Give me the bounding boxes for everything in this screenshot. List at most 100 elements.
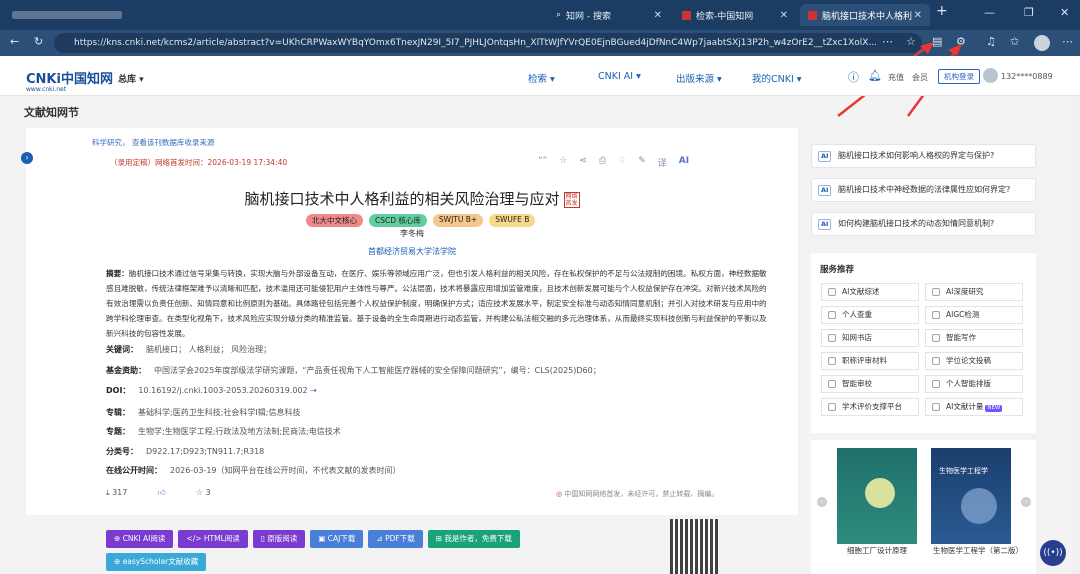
service-evaluation[interactable]: 学术评价支撑平台 [821, 398, 919, 416]
link-icon[interactable]: ⇢ [310, 386, 317, 395]
page-title: 文献知网节 [24, 106, 79, 119]
book-carousel: ‹ 生物医学工程学 › 细胞工厂设计原理 生物医学工程学（第二版） [811, 440, 1036, 574]
tab-label: 脑机接口技术中人格利 [822, 11, 913, 22]
note-icon[interactable]: ✎ [638, 156, 646, 169]
expand-arrow-icon[interactable]: › [21, 152, 33, 164]
alert-bell-icon[interactable]: ♢ [618, 156, 626, 169]
cnki-logo[interactable]: CNKi中国知网 www.cnki.net [26, 68, 113, 93]
close-icon[interactable]: ✕ [914, 10, 922, 21]
member-link[interactable]: 会员 [912, 72, 928, 83]
service-icon [828, 311, 836, 319]
institution-login-button[interactable]: 机构登录 [938, 69, 980, 84]
nav-my-cnki[interactable]: 我的CNKI ▾ [752, 71, 802, 85]
keywords-links[interactable]: 脑机接口； 人格利益； 风险治理； [146, 345, 271, 354]
journal-crumbs[interactable]: 科学研究， 查看该刊数据库收录来源 [92, 137, 214, 148]
logo-text: CNKi中国知网 [26, 72, 113, 87]
restore-icon[interactable]: ❐ [1024, 6, 1034, 19]
close-icon[interactable]: ✕ [780, 10, 788, 21]
easyscholar-button[interactable]: ⊕ easyScholar文献收藏 [106, 553, 207, 571]
topic-label: 专题： [106, 427, 130, 436]
service-title-materials[interactable]: 职称评审材料 [821, 352, 919, 370]
service-ai-review[interactable]: AI文献综述 [821, 283, 919, 301]
book-title-1[interactable]: 细胞工厂设计原理 [847, 545, 907, 556]
print-icon[interactable]: ⎙ [599, 156, 606, 169]
keywords-label: 关键词： [106, 345, 138, 354]
service-aigc[interactable]: AIGC检测 [925, 306, 1023, 324]
recharge-link[interactable]: 充值 [888, 72, 904, 83]
refresh-icon[interactable]: ↻ [34, 35, 43, 48]
share-icon[interactable]: ⋖ [579, 156, 587, 169]
nav-sources[interactable]: 出版来源 ▾ [676, 71, 722, 85]
service-proofread[interactable]: 智能审校 [821, 375, 919, 393]
service-label: AI深度研究 [946, 287, 984, 296]
user-phone[interactable]: 132****0889 [1001, 72, 1053, 81]
abstract-text: 脑机接口技术通过信号采集与转换，实现大脑与外部设备互动，在医疗、娱乐等领域应用广… [106, 269, 767, 338]
like-icon[interactable]: 👍︎ [157, 488, 165, 498]
fund-text[interactable]: 中国法学会2025年度部级法学研究课题，“产品责任视角下人工智能医疗器械的安全保… [154, 366, 601, 375]
service-bookstore[interactable]: 知网书店 [821, 329, 919, 347]
html-read-button[interactable]: </> HTML阅读 [178, 530, 248, 548]
cnki-ai-read-button[interactable]: ⊕ CNKI AI阅读 [106, 530, 174, 548]
original-read-button[interactable]: ▯ 原版阅读 [252, 530, 306, 548]
minimize-icon[interactable]: — [984, 6, 995, 19]
class-value: D922.17;D923;TN911.7;R318 [146, 447, 265, 456]
question-text: 脑机接口技术中神经数据的法律属性应如何界定? [838, 185, 1011, 194]
service-icon [932, 311, 940, 319]
back-icon[interactable]: ← [10, 35, 19, 48]
book-cover-2[interactable]: 生物医学工程学 [931, 448, 1011, 544]
nav-search[interactable]: 检索 ▾ [528, 71, 555, 85]
nav-cnki-ai[interactable]: CNKI AI ▾ [598, 71, 641, 82]
service-writing[interactable]: 智能写作 [925, 329, 1023, 347]
menu-dots-icon[interactable]: ⋯ [1062, 35, 1073, 48]
service-thesis-submit[interactable]: 学位论文投稿 [925, 352, 1023, 370]
ai-icon[interactable]: AI [679, 156, 689, 169]
download-icon: ⤓ [106, 488, 110, 497]
service-label: 学位论文投稿 [946, 356, 991, 365]
caj-download-button[interactable]: ▣ CAJ下载 [310, 530, 364, 548]
help-icon[interactable]: ⓘ [848, 69, 859, 85]
tab-blurred[interactable] [4, 4, 154, 26]
service-icon [828, 380, 836, 388]
notification-bell-icon[interactable]: 🔔︎ [868, 69, 882, 82]
service-plagiarism[interactable]: 个人查重 [821, 306, 919, 324]
ai-question-3[interactable]: AI 如何构建脑机接口技术的动态知情同意机制? [811, 212, 1036, 236]
carousel-prev-icon[interactable]: ‹ [817, 497, 827, 507]
service-ai-research[interactable]: AI深度研究 [925, 283, 1023, 301]
ai-question-2[interactable]: AI 脑机接口技术中神经数据的法律属性应如何界定? [811, 178, 1036, 202]
quote-icon[interactable]: “” [538, 156, 547, 169]
favorite-icon[interactable]: ☆ [559, 156, 567, 169]
user-avatar[interactable] [983, 68, 998, 83]
carousel-next-icon[interactable]: › [1021, 497, 1031, 507]
fund-row: 基金资助： 中国法学会2025年度部级法学研究课题，“产品责任视角下人工智能医疗器… [106, 365, 601, 376]
library-select[interactable]: 总库 ▾ [118, 72, 144, 85]
translate-icon[interactable]: 译 [658, 156, 667, 169]
tab-search[interactable]: ⌕ 知网 - 搜索 ✕ [548, 4, 670, 26]
pdf-download-button[interactable]: ⊿ PDF下载 [368, 530, 423, 548]
book-title-2[interactable]: 生物医学工程学（第二版） [933, 545, 1023, 556]
tab-article[interactable]: 脑机接口技术中人格利 ✕ [800, 4, 930, 26]
doi-value[interactable]: 10.16192/j.cnki.1003-2053.20260319.002 [138, 386, 307, 395]
service-label: 智能写作 [946, 333, 976, 342]
cnki-header: CNKi中国知网 www.cnki.net 总库 ▾ 检索 ▾ CNKI AI … [0, 56, 1080, 96]
author-download-button[interactable]: ⊞ 我是作者，免费下载 [427, 530, 520, 548]
window-close-icon[interactable]: ✕ [1060, 6, 1069, 19]
organization-link[interactable]: 首都经济贸易大学法学院 [26, 246, 798, 257]
service-label: 智能审校 [842, 379, 872, 388]
badge-pku-core: 北大中文核心 [306, 214, 363, 227]
ai-question-1[interactable]: AI 脑机接口技术如何影响人格权的界定与保护? [811, 144, 1036, 168]
code-icon: </> [186, 534, 202, 543]
stats-row: ⤓ 317 👍︎ ☆ 3 [106, 488, 211, 498]
book-cover-1[interactable] [837, 448, 917, 544]
service-typesetting[interactable]: 个人智能排版 [925, 375, 1023, 393]
new-tab-button[interactable]: + [936, 3, 948, 19]
close-icon[interactable]: ✕ [654, 10, 662, 21]
voice-assistant-icon[interactable]: ((•)) [1040, 540, 1066, 566]
scrollbar[interactable] [1072, 96, 1080, 574]
service-icon [828, 334, 836, 342]
service-bibliometrics[interactable]: AI文献计量 NEW [925, 398, 1023, 416]
favorite-count[interactable]: ☆ 3 [196, 488, 211, 498]
tab-cnki-search[interactable]: 检索-中国知网 ✕ [674, 4, 796, 26]
url-field[interactable]: https://kns.cnki.net/kcms2/article/abstr… [54, 33, 922, 53]
profile-avatar[interactable] [1034, 35, 1050, 51]
author-link[interactable]: 李冬梅 [26, 228, 798, 239]
